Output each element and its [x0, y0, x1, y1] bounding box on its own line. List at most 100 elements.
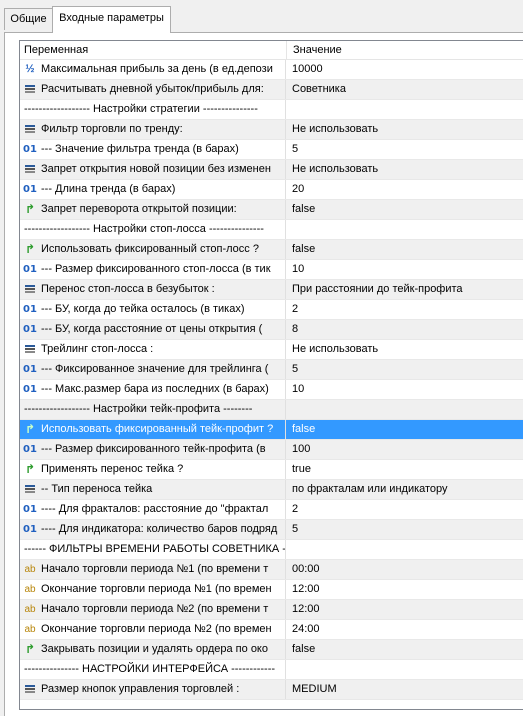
parameter-value-cell[interactable] — [286, 540, 523, 559]
table-row[interactable]: 01 --- БУ, когда расстояние от цены откры… — [20, 320, 523, 340]
table-row[interactable]: 01 --- Фиксированное значение для трейлин… — [20, 360, 523, 380]
parameter-value-cell[interactable]: 24:00 — [286, 620, 523, 639]
table-row[interactable]: ↱ Применять перенос тейка ? true — [20, 460, 523, 480]
parameter-value-cell[interactable]: false — [286, 200, 523, 219]
parameter-value-cell[interactable]: Не использовать — [286, 340, 523, 359]
parameter-name-cell[interactable]: ab Окончание торговли периода №1 (по врем… — [20, 580, 286, 599]
parameter-name-cell[interactable]: Перенос стоп-лосса в безубыток : — [20, 280, 286, 299]
parameter-name-cell[interactable]: Расчитывать дневной убыток/прибыль для: — [20, 80, 286, 99]
parameter-name-cell[interactable]: ↱ Использовать фиксированный тейк-профит … — [20, 420, 286, 439]
table-row[interactable]: Трейлинг стоп-лосса : Не использовать — [20, 340, 523, 360]
parameter-name-cell[interactable]: ab Окончание торговли периода №2 (по врем… — [20, 620, 286, 639]
table-row[interactable]: ------------------ Настройки тейк-профит… — [20, 400, 523, 420]
parameter-name-cell[interactable]: Размер кнопок управления торговлей : — [20, 680, 286, 699]
parameter-name-cell[interactable]: ab Начало торговли периода №2 (по времени… — [20, 600, 286, 619]
parameter-value-cell[interactable]: 5 — [286, 140, 523, 159]
parameter-value-cell[interactable]: Не использовать — [286, 120, 523, 139]
parameter-name-cell[interactable]: 01 --- БУ, когда до тейка осталось (в тик… — [20, 300, 286, 319]
parameter-value-cell[interactable]: по фракталам или индикатору — [286, 480, 523, 499]
table-row[interactable]: --------------- НАСТРОЙКИ ИНТЕРФЕЙСА ---… — [20, 660, 523, 680]
table-row[interactable]: Расчитывать дневной убыток/прибыль для: С… — [20, 80, 523, 100]
parameter-name-cell[interactable]: 01 ---- Для фракталов: расстояние до "фра… — [20, 500, 286, 519]
table-row[interactable]: ↱ Закрывать позиции и удалять ордера по о… — [20, 640, 523, 660]
table-row[interactable]: 01 ---- Для фракталов: расстояние до "фра… — [20, 500, 523, 520]
table-row[interactable]: 01 --- Длина тренда (в барах) 20 — [20, 180, 523, 200]
parameter-value-cell[interactable]: 12:00 — [286, 580, 523, 599]
parameter-value-cell[interactable]: false — [286, 420, 523, 439]
table-row[interactable]: 01 --- Размер фиксированного тейк-профита… — [20, 440, 523, 460]
parameter-name-cell[interactable]: 01 --- Фиксированное значение для трейлин… — [20, 360, 286, 379]
parameter-value-cell[interactable]: 00:00 — [286, 560, 523, 579]
table-row[interactable]: Фильтр торговли по тренду: Не использоват… — [20, 120, 523, 140]
parameter-value-cell[interactable] — [286, 660, 523, 679]
parameter-value-cell[interactable]: Не использовать — [286, 160, 523, 179]
column-header-variable[interactable]: Переменная — [24, 44, 88, 56]
tab-general[interactable]: Общие — [4, 8, 53, 30]
parameter-name-cell[interactable]: ------------------ Настройки стратегии -… — [20, 100, 286, 119]
parameter-value-cell[interactable]: При расстоянии до тейк-профита — [286, 280, 523, 299]
parameter-value-cell[interactable]: false — [286, 640, 523, 659]
parameter-value-cell[interactable]: 10000 — [286, 60, 523, 79]
parameter-name-cell[interactable]: 01 --- Длина тренда (в барах) — [20, 180, 286, 199]
parameter-name-cell[interactable]: ↱ Закрывать позиции и удалять ордера по о… — [20, 640, 286, 659]
table-row[interactable]: Перенос стоп-лосса в безубыток : При расс… — [20, 280, 523, 300]
table-row[interactable]: ab Начало торговли периода №2 (по времени… — [20, 600, 523, 620]
tab-input-parameters[interactable]: Входные параметры — [52, 6, 171, 33]
parameter-name-cell[interactable]: --------------- НАСТРОЙКИ ИНТЕРФЕЙСА ---… — [20, 660, 286, 679]
table-row[interactable]: ab Начало торговли периода №1 (по времени… — [20, 560, 523, 580]
parameter-value-cell[interactable]: 10 — [286, 380, 523, 399]
parameter-value-cell[interactable]: MEDIUM — [286, 680, 523, 699]
parameter-value-cell[interactable] — [286, 100, 523, 119]
table-row[interactable]: ------------------ Настройки стратегии -… — [20, 100, 523, 120]
parameter-name-cell[interactable]: 01 ---- Для индикатора: количество баров … — [20, 520, 286, 539]
parameter-name-cell[interactable]: 01 --- Макс.размер бара из последних (в б… — [20, 380, 286, 399]
parameter-name-cell[interactable]: 01 --- Размер фиксированного стоп-лосса (… — [20, 260, 286, 279]
parameter-name-cell[interactable]: ↱ Использовать фиксированный стоп-лосс ? — [20, 240, 286, 259]
parameter-value-cell[interactable]: 5 — [286, 360, 523, 379]
parameter-name-cell[interactable]: ------ ФИЛЬТРЫ ВРЕМЕНИ РАБОТЫ СОВЕТНИКА … — [20, 540, 286, 559]
table-row[interactable]: ab Окончание торговли периода №1 (по врем… — [20, 580, 523, 600]
table-row[interactable]: 01 --- Значение фильтра тренда (в барах) 5 — [20, 140, 523, 160]
parameter-name-cell[interactable]: 01 --- Размер фиксированного тейк-профита… — [20, 440, 286, 459]
table-row[interactable]: 01 --- БУ, когда до тейка осталось (в тик… — [20, 300, 523, 320]
parameter-name-cell[interactable]: ↱ Применять перенос тейка ? — [20, 460, 286, 479]
parameter-name-cell[interactable]: 01 --- БУ, когда расстояние от цены откры… — [20, 320, 286, 339]
parameter-value-cell[interactable]: 2 — [286, 300, 523, 319]
parameter-value-cell[interactable]: 10 — [286, 260, 523, 279]
table-row[interactable]: Размер кнопок управления торговлей : MEDI… — [20, 680, 523, 700]
table-row[interactable]: 01 --- Макс.размер бара из последних (в б… — [20, 380, 523, 400]
table-row[interactable]: ------ ФИЛЬТРЫ ВРЕМЕНИ РАБОТЫ СОВЕТНИКА … — [20, 540, 523, 560]
table-row[interactable]: -- Тип переноса тейка по фракталам или ин… — [20, 480, 523, 500]
parameter-value-cell[interactable]: 8 — [286, 320, 523, 339]
table-row[interactable]: ↱ Запрет переворота открытой позиции: fals… — [20, 200, 523, 220]
table-row[interactable]: ab Окончание торговли периода №2 (по врем… — [20, 620, 523, 640]
table-row[interactable]: ------------------ Настройки стоп-лосса … — [20, 220, 523, 240]
parameter-value-cell[interactable] — [286, 400, 523, 419]
parameter-value-cell[interactable]: 2 — [286, 500, 523, 519]
parameter-value-cell[interactable]: true — [286, 460, 523, 479]
parameter-value-cell[interactable]: Советника — [286, 80, 523, 99]
parameter-name-cell[interactable]: Фильтр торговли по тренду: — [20, 120, 286, 139]
parameter-name-cell[interactable]: ab Начало торговли периода №1 (по времени… — [20, 560, 286, 579]
table-row[interactable]: 01 --- Размер фиксированного стоп-лосса (… — [20, 260, 523, 280]
parameter-value-cell[interactable] — [286, 220, 523, 239]
table-row[interactable]: ↱ Использовать фиксированный тейк-профит … — [20, 420, 523, 440]
parameter-name-cell[interactable]: ------------------ Настройки стоп-лосса … — [20, 220, 286, 239]
parameter-name-cell[interactable]: ↱ Запрет переворота открытой позиции: — [20, 200, 286, 219]
parameter-name-cell[interactable]: Трейлинг стоп-лосса : — [20, 340, 286, 359]
parameter-value-cell[interactable]: 20 — [286, 180, 523, 199]
parameter-name-cell[interactable]: ------------------ Настройки тейк-профит… — [20, 400, 286, 419]
table-row[interactable]: 01 ---- Для индикатора: количество баров … — [20, 520, 523, 540]
parameter-value-cell[interactable]: 5 — [286, 520, 523, 539]
table-row[interactable]: ↱ Использовать фиксированный стоп-лосс ? f… — [20, 240, 523, 260]
table-row[interactable]: ½ Максимальная прибыль за день (в ед.депо… — [20, 60, 523, 80]
parameter-value-cell[interactable]: 100 — [286, 440, 523, 459]
parameter-name-cell[interactable]: ½ Максимальная прибыль за день (в ед.депо… — [20, 60, 286, 79]
parameter-value-cell[interactable]: 12:00 — [286, 600, 523, 619]
parameter-value-cell[interactable]: false — [286, 240, 523, 259]
parameter-name-cell[interactable]: -- Тип переноса тейка — [20, 480, 286, 499]
parameter-name-cell[interactable]: 01 --- Значение фильтра тренда (в барах) — [20, 140, 286, 159]
table-row[interactable]: Запрет открытия новой позиции без измене… — [20, 160, 523, 180]
column-header-value[interactable]: Значение — [293, 44, 342, 56]
parameter-name-cell[interactable]: Запрет открытия новой позиции без измене… — [20, 160, 286, 179]
